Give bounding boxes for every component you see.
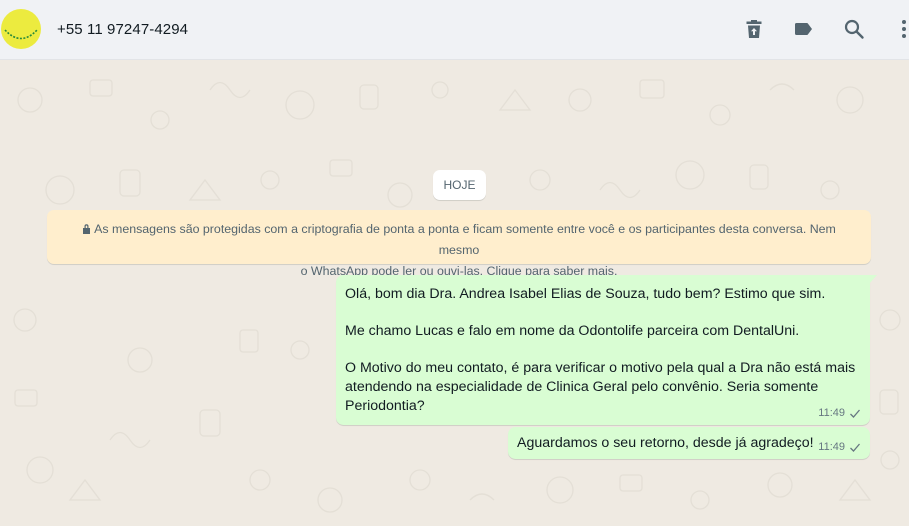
chat-header: +55 11 97247-4294 [0, 0, 909, 60]
message-meta: 11:49 [818, 440, 861, 455]
date-divider: HOJE [433, 170, 486, 200]
contact-name[interactable]: +55 11 97247-4294 [57, 21, 188, 38]
smile-icon [4, 29, 38, 40]
lock-icon [83, 224, 91, 234]
contact-avatar[interactable] [1, 9, 41, 49]
message-paragraph: O Motivo do meu contato, é para verifica… [345, 360, 856, 414]
delete-icon[interactable] [742, 17, 766, 41]
message-meta: 11:49 [818, 406, 861, 421]
message-bubble-outgoing[interactable]: Olá, bom dia Dra. Andrea Isabel Elias de… [336, 275, 877, 425]
bubble-tail [869, 275, 877, 284]
message-paragraph: Me chamo Lucas e falo em nome da Odontol… [345, 323, 800, 339]
message-time: 11:49 [818, 441, 845, 453]
message-time: 11:49 [818, 407, 845, 419]
single-check-icon [850, 409, 860, 418]
menu-icon[interactable] [892, 17, 909, 41]
message-paragraph: Olá, bom dia Dra. Andrea Isabel Elias de… [345, 286, 826, 302]
encryption-notice[interactable]: As mensagens são protegidas com a cripto… [47, 210, 871, 278]
search-icon[interactable] [842, 17, 866, 41]
encryption-notice-line1: As mensagens são protegidas com a cripto… [94, 222, 836, 257]
message-text: Aguardamos o seu retorno, desde já agrad… [517, 435, 814, 451]
chat-panel[interactable]: HOJE As mensagens são protegidas com a c… [0, 60, 909, 526]
single-check-icon [850, 443, 860, 452]
label-icon[interactable] [792, 17, 816, 41]
message-bubble-outgoing[interactable]: Aguardamos o seu retorno, desde já agrad… [508, 427, 870, 459]
